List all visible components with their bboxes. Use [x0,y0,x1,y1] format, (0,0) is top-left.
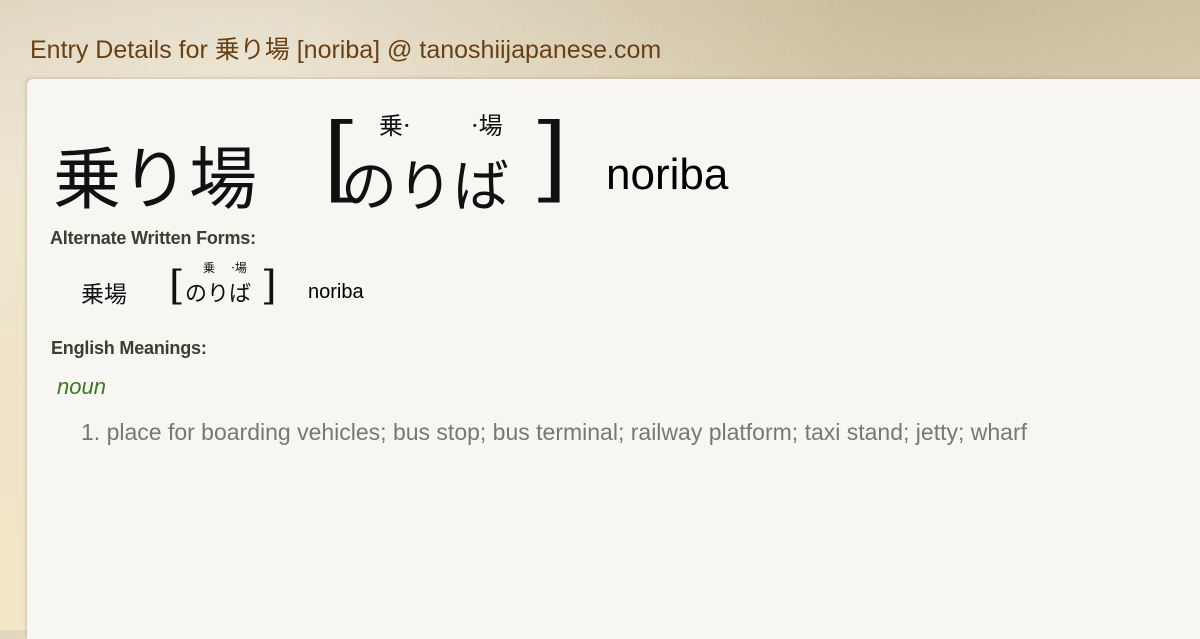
alternate-forms-label: Alternate Written Forms: [50,228,256,248]
alternate-romaji: noriba [308,281,364,303]
alt-bracket-open: [ [169,263,185,309]
alternate-kana: のりば [185,282,252,307]
furigana-right: ·場 [471,112,503,140]
furigana-left: 乗· [379,112,411,140]
reading-bracket-close: ] [531,104,568,213]
main-entry: 乗り場 [ 乗· ·場 のりば ] noriba [53,104,813,221]
meaning-item: 1. place for boarding vehicles; bus stop… [81,419,1027,445]
entry-kana: のりば [341,155,509,220]
entry-kanji: 乗り場 [53,141,258,220]
alternate-kanji: 乗場 [81,282,127,308]
alternate-form-row: 乗場 [ 乗 ·場 のりば ] noriba [81,259,481,309]
alt-furigana-left: 乗 [203,261,216,275]
entry-card: 乗り場 [ 乗· ·場 のりば ] noriba Alternate Writt… [27,79,1200,639]
alt-bracket-close: ] [261,263,277,309]
page-title: Entry Details for 乗り場 [noriba] @ tanoshi… [30,36,662,64]
english-meanings-label: English Meanings: [51,338,207,358]
alt-furigana-right: ·場 [231,261,247,275]
part-of-speech: noun [57,374,106,399]
entry-romaji: noriba [606,150,729,199]
